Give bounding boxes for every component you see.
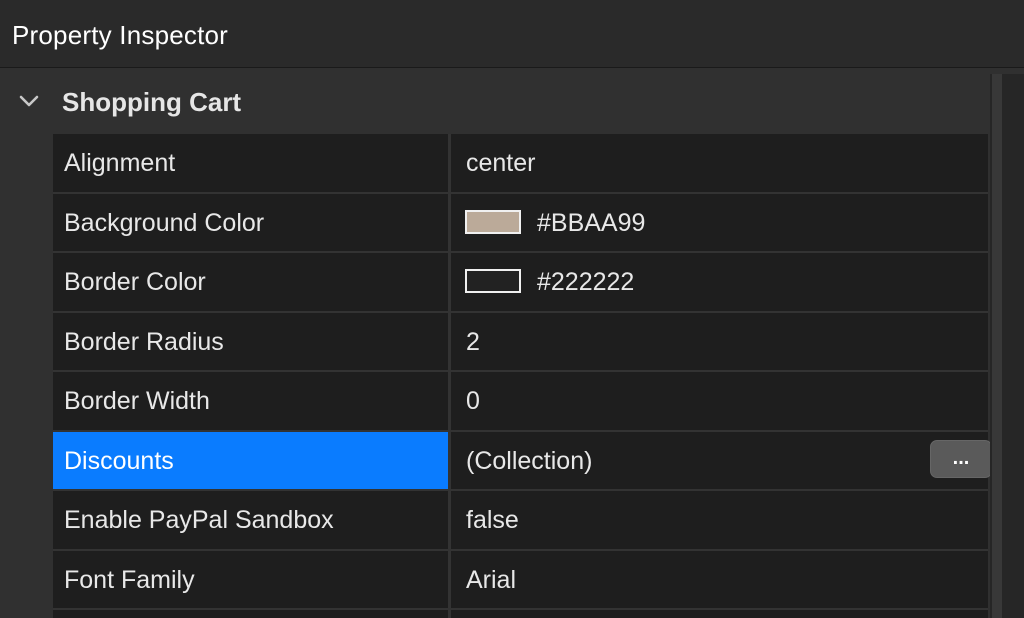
property-name: Border Radius <box>64 327 224 356</box>
property-value-cell[interactable]: 0 <box>454 372 988 430</box>
property-value: #BBAA99 <box>537 208 646 237</box>
property-row-enable-paypal-sandbox[interactable]: Enable PayPal Sandbox false <box>53 491 988 551</box>
property-name: Border Width <box>64 387 210 415</box>
property-name-cell[interactable]: Background Color <box>53 193 451 251</box>
chevron-down-icon[interactable] <box>18 90 40 112</box>
property-name-cell[interactable]: Border Color <box>53 253 451 311</box>
color-swatch[interactable] <box>465 269 521 293</box>
property-name-cell[interactable]: Alignment <box>53 134 451 192</box>
property-name: Enable PayPal Sandbox <box>64 506 334 534</box>
property-row-partial[interactable] <box>53 610 988 618</box>
property-value: Arial <box>466 565 517 594</box>
property-name-cell-selected[interactable]: Discounts <box>53 431 451 489</box>
property-value-cell[interactable]: #222222 <box>454 253 988 311</box>
group-title: Shopping Cart <box>62 87 242 117</box>
indent-gutter <box>0 134 53 618</box>
collection-editor-button[interactable]: ... <box>930 440 992 478</box>
property-value-cell[interactable]: 2 <box>454 312 988 370</box>
color-swatch[interactable] <box>465 209 521 234</box>
property-name-cell[interactable]: Font Family <box>53 550 451 608</box>
property-row-background-color[interactable]: Background Color #BBAA99 <box>53 193 988 253</box>
property-value: false <box>466 506 519 534</box>
group-header-shopping-cart[interactable]: Shopping Cart <box>0 68 990 134</box>
scrollbar-thumb[interactable] <box>992 74 1002 618</box>
property-value-cell[interactable]: false <box>454 491 988 549</box>
property-inspector-window: Property Inspector Shopping Cart Alignme… <box>0 0 1024 618</box>
property-value: center <box>466 149 536 177</box>
property-row-alignment[interactable]: Alignment center <box>53 134 988 194</box>
property-row-font-family[interactable]: Font Family Arial <box>53 550 988 610</box>
property-value-cell[interactable]: (Collection) <box>454 431 988 489</box>
vertical-scrollbar[interactable] <box>990 74 1024 618</box>
window-title: Property Inspector <box>12 20 229 50</box>
property-name: Alignment <box>64 149 176 177</box>
property-name-cell[interactable] <box>53 610 451 618</box>
property-grid: Alignment center Background Color #BBAA9… <box>53 134 988 618</box>
property-row-border-color[interactable]: Border Color #222222 <box>53 253 988 313</box>
property-name-cell[interactable]: Enable PayPal Sandbox <box>53 491 451 549</box>
property-value-cell[interactable]: center <box>454 134 988 192</box>
property-value: 2 <box>466 327 480 356</box>
property-name: Border Color <box>64 268 206 296</box>
property-value: (Collection) <box>466 446 593 475</box>
inspector-content: Shopping Cart Alignment center Backgroun… <box>0 68 1024 618</box>
title-bar: Property Inspector <box>0 0 1024 68</box>
property-row-discounts[interactable]: Discounts (Collection) <box>53 431 988 491</box>
property-name-cell[interactable]: Border Radius <box>53 312 451 370</box>
property-row-border-width[interactable]: Border Width 0 <box>53 372 988 432</box>
property-name: Font Family <box>64 565 195 594</box>
property-name-cell[interactable]: Border Width <box>53 372 451 430</box>
property-name: Discounts <box>64 446 174 475</box>
property-value: #222222 <box>537 268 635 296</box>
property-value: 0 <box>466 387 480 415</box>
property-value-cell[interactable]: Arial <box>454 550 988 608</box>
property-name: Background Color <box>64 208 265 237</box>
property-row-border-radius[interactable]: Border Radius 2 <box>53 312 988 372</box>
property-value-cell[interactable]: #BBAA99 <box>454 193 988 251</box>
